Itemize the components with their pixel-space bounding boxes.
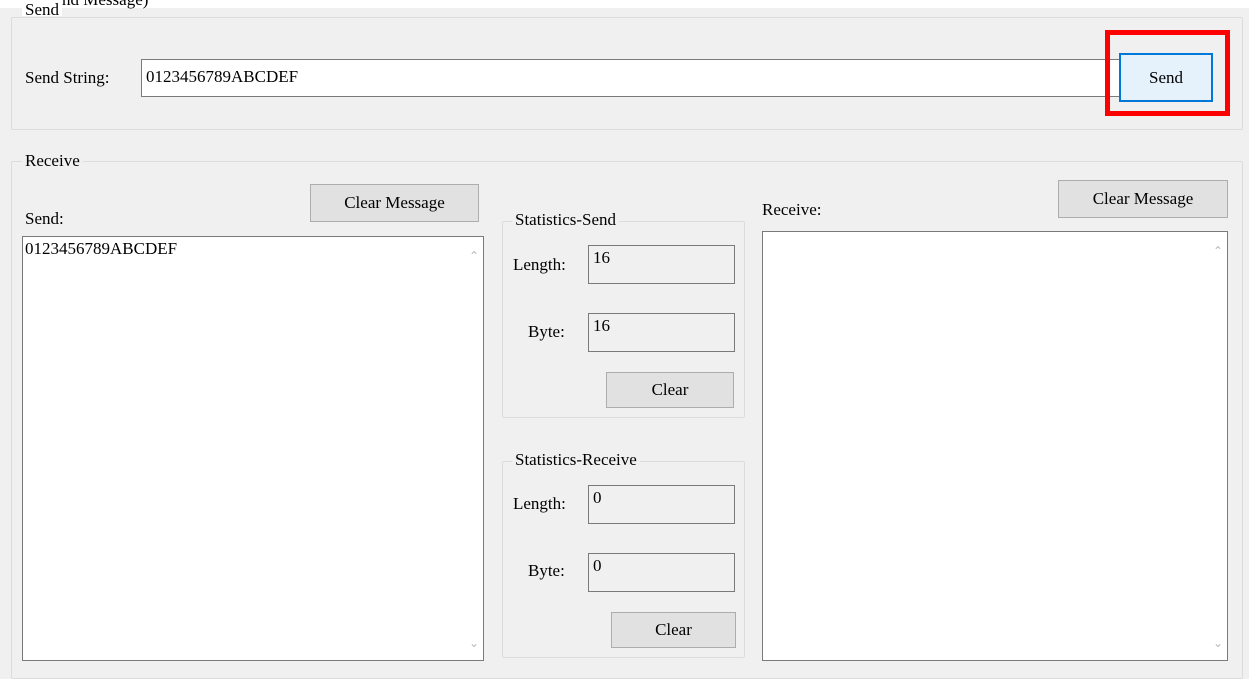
stats-receive-byte-field: 0 xyxy=(588,553,735,592)
stats-send-byte-field: 16 xyxy=(588,313,735,352)
stats-send-byte-label: Byte: xyxy=(528,322,565,341)
stats-send-clear-button[interactable]: Clear xyxy=(606,372,734,408)
stats-receive-clear-button[interactable]: Clear xyxy=(611,612,736,648)
receive-pane-label: Receive: xyxy=(762,200,822,219)
top-strip: nd Message) xyxy=(0,0,1249,10)
receive-group-legend: Receive xyxy=(22,152,83,170)
send-message-content: 0123456789ABCDEF xyxy=(25,239,178,258)
chevron-up-icon[interactable]: ⌃ xyxy=(465,247,483,265)
clear-receive-message-button[interactable]: Clear Message xyxy=(1058,180,1228,218)
statistics-receive-legend: Statistics-Receive xyxy=(512,451,640,469)
chevron-down-icon[interactable]: ⌄ xyxy=(1209,634,1227,652)
chevron-up-icon[interactable]: ⌃ xyxy=(1209,242,1227,260)
clear-send-message-button[interactable]: Clear Message xyxy=(310,184,479,222)
send-string-label: Send String: xyxy=(25,68,110,87)
send-pane-label: Send: xyxy=(25,209,64,228)
send-message-textarea[interactable]: 0123456789ABCDEF ⌃ ⌄ xyxy=(22,236,484,661)
receive-message-textarea[interactable]: ⌃ ⌄ xyxy=(762,231,1228,661)
stats-receive-byte-label: Byte: xyxy=(528,561,565,580)
chevron-down-icon[interactable]: ⌄ xyxy=(465,634,483,652)
stats-receive-length-label: Length: xyxy=(513,494,566,513)
stats-send-length-label: Length: xyxy=(513,255,566,274)
stats-receive-length-field: 0 xyxy=(588,485,735,524)
send-button[interactable]: Send xyxy=(1119,53,1213,102)
send-message-scrollbar[interactable]: ⌃ ⌄ xyxy=(465,237,483,660)
statistics-send-legend: Statistics-Send xyxy=(512,211,620,229)
stats-send-length-field: 16 xyxy=(588,245,735,284)
receive-message-scrollbar[interactable]: ⌃ ⌄ xyxy=(1209,232,1227,660)
cut-off-caption: nd Message) xyxy=(62,0,148,10)
send-group-legend: Send xyxy=(22,1,62,18)
send-string-input[interactable]: 0123456789ABCDEF xyxy=(141,59,1124,97)
